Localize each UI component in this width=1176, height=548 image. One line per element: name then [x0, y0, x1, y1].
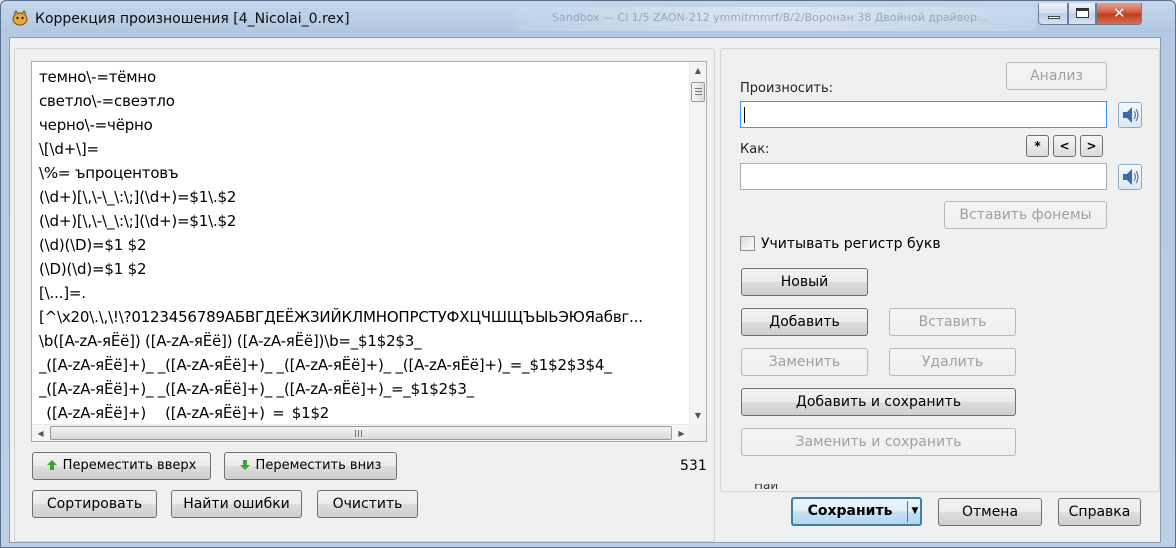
minimize-button[interactable] — [1038, 3, 1068, 25]
arrow-up-icon — [46, 460, 57, 470]
delete-button[interactable]: Удалить — [889, 348, 1016, 376]
vertical-scroll-thumb[interactable] — [691, 82, 705, 102]
speak-pronounce-button[interactable] — [1118, 102, 1142, 128]
as-input[interactable] — [740, 163, 1107, 190]
new-button[interactable]: Новый — [741, 268, 868, 296]
split-separator — [907, 501, 908, 522]
case-sensitive-label[interactable]: Учитывать регистр букв — [761, 236, 941, 252]
analyze-button[interactable]: Анализ — [1006, 62, 1107, 90]
sort-button[interactable]: Сортировать — [32, 490, 157, 518]
rule-line[interactable]: _([A-zA-яЁё]+)_ _([A-zA-яЁё]+)_ _([A-zA-… — [39, 377, 679, 401]
speaker-icon — [1123, 107, 1139, 123]
find-errors-button[interactable]: Найти ошибки — [171, 490, 302, 518]
scroll-right-arrow-icon[interactable]: ▶ — [673, 425, 690, 442]
scrollbar-corner — [689, 424, 706, 441]
text-caret — [744, 107, 745, 123]
scroll-left-arrow-icon[interactable]: ◀ — [32, 425, 49, 442]
scroll-down-arrow-icon[interactable]: ▼ — [690, 407, 706, 424]
title-bar[interactable]: Коррекция произношения [4_Nicolai_0.rex]… — [1, 1, 1175, 37]
add-button[interactable]: Добавить — [741, 308, 868, 336]
case-sensitive-checkbox[interactable] — [740, 236, 755, 251]
rule-line[interactable]: (\d)(\D)=$1 $2 — [39, 233, 679, 257]
rule-line[interactable]: черно\-=чёрно — [39, 113, 679, 137]
move-down-button[interactable]: Переместить вниз — [224, 452, 397, 480]
insert-button[interactable]: Вставить — [889, 308, 1016, 336]
star-button[interactable]: * — [1026, 135, 1049, 157]
rule-line[interactable]: [\...]=. — [39, 281, 679, 305]
rule-line[interactable]: [^\x20\.\,\!\?0123456789АБВГДЕЁЖЗИЙКЛМНО… — [39, 305, 679, 329]
minimize-icon — [1048, 16, 1060, 19]
rule-line[interactable]: светло\-=свеэтло — [39, 89, 679, 113]
maximize-button[interactable] — [1068, 3, 1096, 25]
insert-phonemes-button[interactable]: Вставить фонемы — [944, 201, 1107, 229]
rule-line[interactable]: (\d+)[\,\-\_\:\;](\d+)=$1\.$2 — [39, 185, 679, 209]
speaker-icon — [1123, 169, 1139, 185]
pronounce-label: Произносить: — [740, 81, 834, 96]
rule-line[interactable]: (\D)(\d)=$1 $2 — [39, 257, 679, 281]
move-up-button[interactable]: Переместить вверх — [32, 452, 211, 480]
replace-button[interactable]: Заменить — [741, 348, 868, 376]
move-down-label: Переместить вниз — [255, 458, 382, 473]
window-title: Коррекция произношения [4_Nicolai_0.rex] — [35, 11, 350, 27]
chevron-down-icon[interactable]: ▼ — [910, 499, 920, 524]
dialog-client-area: темно\-=тёмно светло\-=свеэтло черно\-=ч… — [9, 37, 1161, 543]
rule-line[interactable]: \[\d+\]= — [39, 137, 679, 161]
rule-line[interactable]: (\d+)[\,\-\_\:\;](\d+)=$1\.$2 — [39, 209, 679, 233]
scroll-up-arrow-icon[interactable]: ▲ — [690, 62, 706, 79]
speak-as-button[interactable] — [1118, 164, 1142, 190]
add-and-save-button[interactable]: Добавить и сохранить — [741, 388, 1016, 416]
arrow-down-icon — [239, 460, 250, 470]
rule-line[interactable]: темно\-=тёмно — [39, 65, 679, 89]
find-label-clipped: Най — [754, 484, 779, 492]
help-button[interactable]: Справка — [1058, 498, 1141, 526]
horizontal-scroll-thumb[interactable] — [50, 426, 672, 440]
dialog-window: Коррекция произношения [4_Nicolai_0.rex]… — [0, 0, 1176, 548]
rule-line[interactable]: _([A-zA-яЁё]+)_ _([A-zA-яЁё]+)_ _([A-zA-… — [39, 353, 679, 377]
clear-button[interactable]: Очистить — [317, 490, 418, 518]
rule-line[interactable]: \%= ъпроцентовъ — [39, 161, 679, 185]
cancel-button[interactable]: Отмена — [938, 498, 1042, 526]
rule-line[interactable]: _([A-zA-яЁё]+)_ _([A-zA-яЁё]+)_=_$1$2_ — [39, 401, 679, 420]
prev-button[interactable]: < — [1053, 135, 1076, 157]
horizontal-scrollbar[interactable]: ◀ ▶ — [32, 424, 690, 441]
rule-line[interactable]: \b([A-zA-яЁё]) ([A-zA-яЁё]) ([A-zA-яЁё])… — [39, 329, 679, 353]
replace-and-save-button[interactable]: Заменить и сохранить — [741, 428, 1016, 456]
rules-textarea[interactable]: темно\-=тёмно светло\-=свеэтло черно\-=ч… — [31, 61, 707, 442]
maximize-icon — [1076, 8, 1089, 18]
close-button[interactable]: ✕ — [1096, 3, 1142, 25]
app-icon — [12, 10, 28, 26]
save-button[interactable]: Сохранить — [793, 499, 907, 524]
pronounce-input[interactable] — [740, 101, 1107, 128]
background-window-title: Sandbox — Cl 1/5 ZAON-212 ymmitrnmrf/B/2… — [516, 7, 1036, 31]
rules-count: 531 — [680, 458, 707, 474]
save-split-button[interactable]: Сохранить ▼ — [791, 497, 922, 526]
move-up-label: Переместить вверх — [62, 458, 197, 473]
rules-lines: темно\-=тёмно светло\-=свеэтло черно\-=ч… — [39, 65, 679, 420]
close-icon: ✕ — [1113, 4, 1126, 22]
as-label: Как: — [740, 142, 770, 157]
vertical-scrollbar[interactable]: ▲ ▼ — [689, 62, 706, 424]
next-button[interactable]: > — [1080, 135, 1103, 157]
